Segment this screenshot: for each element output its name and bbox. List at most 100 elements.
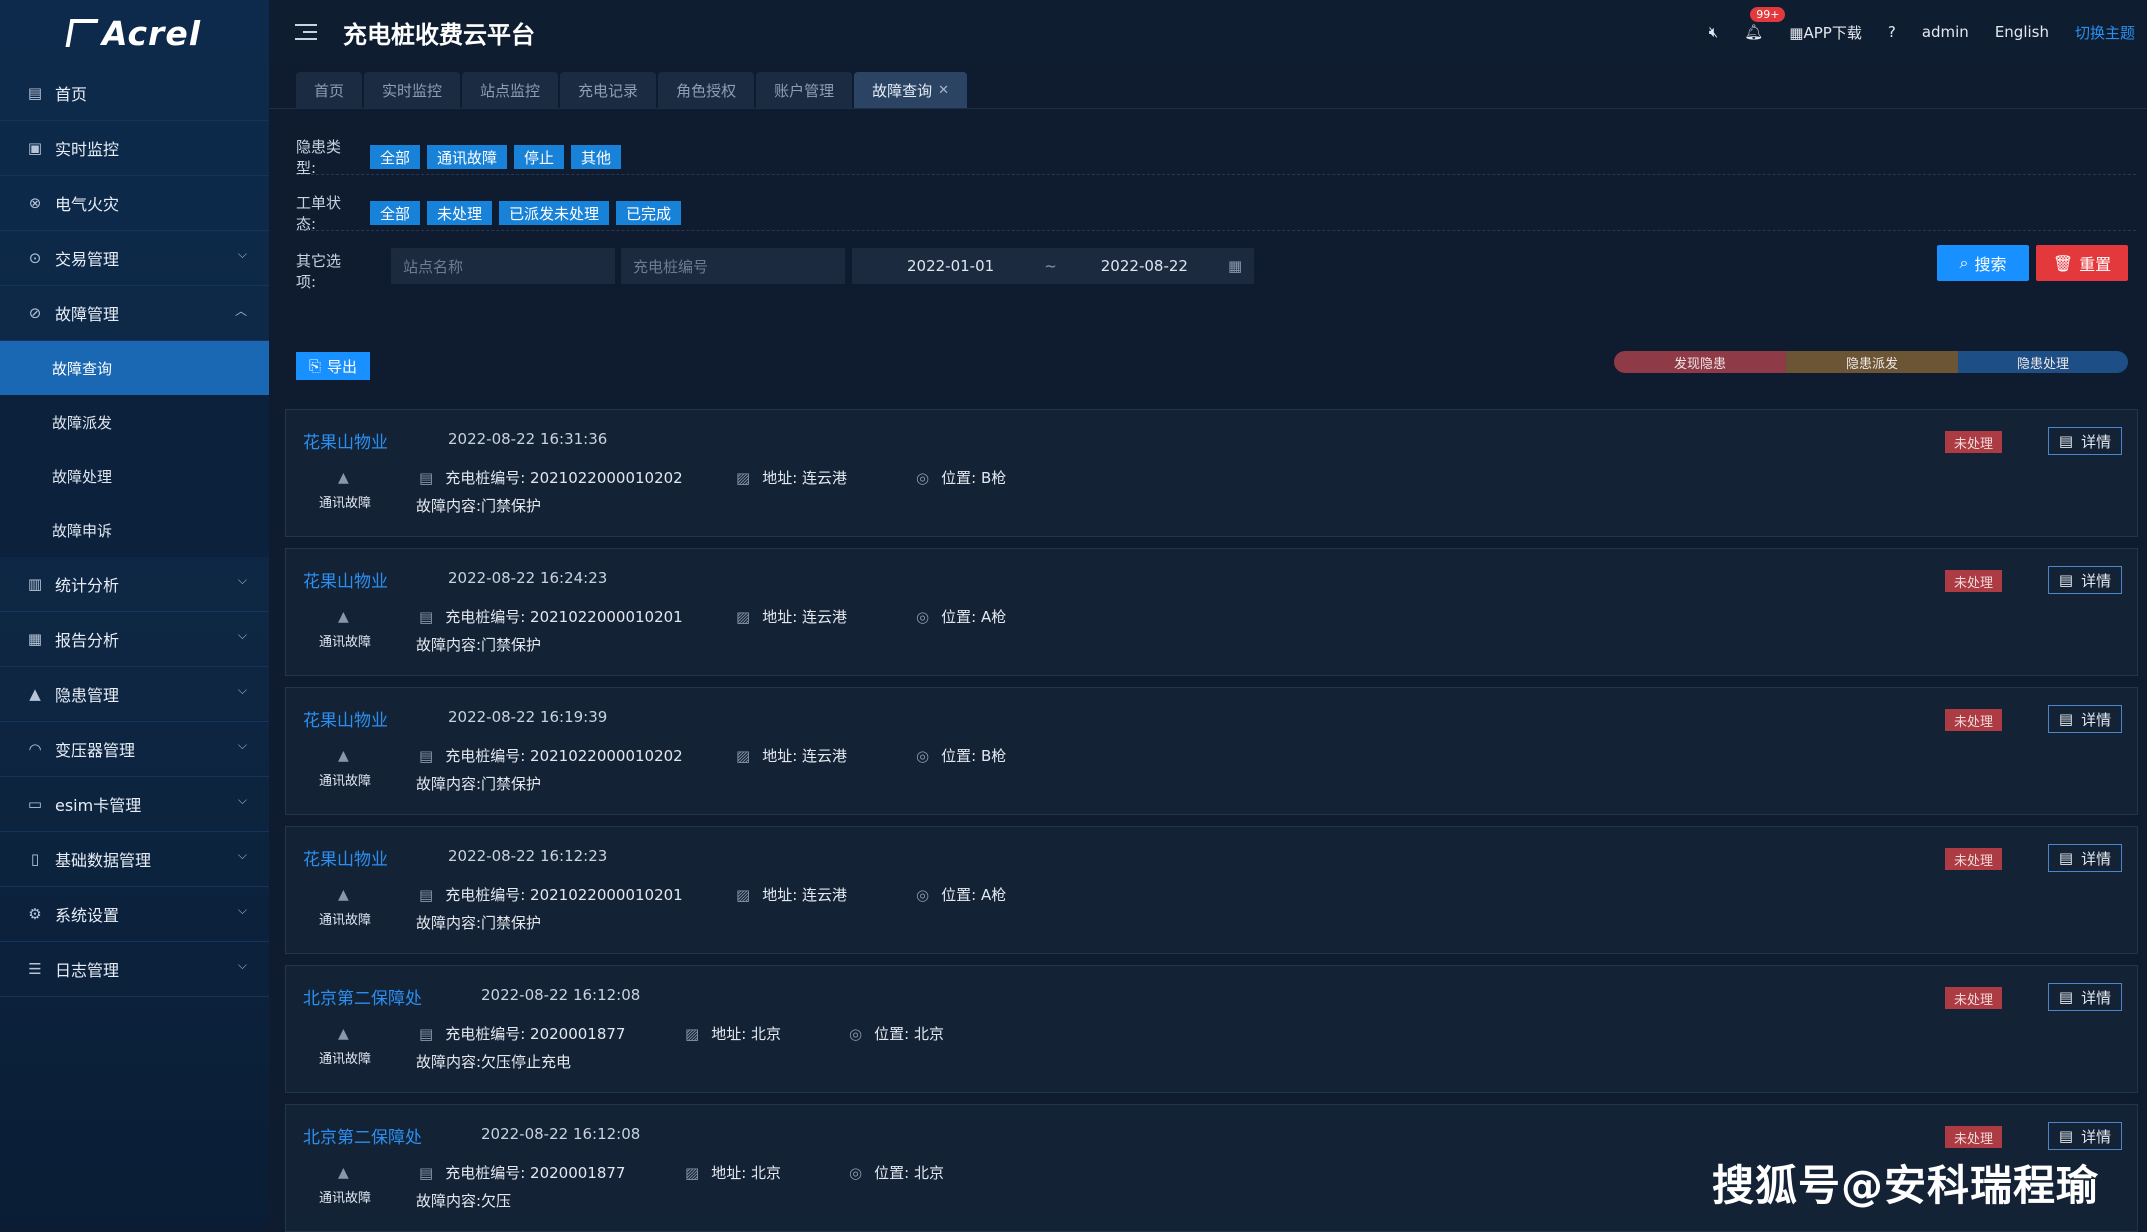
- hazard-type-chip-stop[interactable]: 停止: [514, 145, 565, 169]
- address-label: 地址:: [711, 1164, 747, 1182]
- tab-fault-query[interactable]: 故障查询 ✕: [854, 72, 968, 108]
- alarm-icon: ▲: [338, 609, 349, 625]
- tab-label: 故障查询: [872, 81, 933, 100]
- station-name-link[interactable]: 花果山物业: [303, 428, 388, 453]
- app-download-link[interactable]: ▦APP下载: [1789, 22, 1862, 43]
- sidebar-subitem-fault-appeal[interactable]: 故障申诉: [0, 503, 269, 557]
- detail-button[interactable]: ▤ 详情: [2048, 427, 2122, 455]
- tab-home[interactable]: 首页: [296, 72, 363, 108]
- order-status-chip-all[interactable]: 全部: [370, 201, 421, 225]
- detail-button[interactable]: ▤ 详情: [2048, 983, 2122, 1011]
- sidebar-item-label: esim卡管理: [55, 796, 142, 815]
- mute-icon[interactable]: 🔇︎: [1709, 23, 1718, 41]
- position-field: ◎ 位置: B枪: [916, 467, 1006, 488]
- menu-toggle-icon[interactable]: [295, 24, 317, 40]
- date-end[interactable]: 2022-08-22: [1101, 257, 1188, 275]
- order-status-chip-dispatched[interactable]: 已派发未处理: [499, 201, 610, 225]
- order-status-chip-completed[interactable]: 已完成: [616, 201, 682, 225]
- chevron-down-icon: ⌵: [237, 903, 247, 917]
- detail-button-label: 详情: [2081, 571, 2112, 590]
- help-icon[interactable]: ?: [1888, 23, 1896, 41]
- sidebar-item-settings[interactable]: ⚙ 系统设置 ⌵: [0, 887, 269, 942]
- date-start[interactable]: 2022-01-01: [907, 257, 994, 275]
- sidebar-item-label: 首页: [55, 85, 88, 104]
- position-value: B枪: [980, 747, 1007, 765]
- chevron-down-icon: ⌵: [237, 247, 247, 261]
- report-icon: ▦: [27, 630, 43, 648]
- sidebar-item-base-data[interactable]: ▯ 基础数据管理 ⌵: [0, 832, 269, 887]
- tab-realtime-monitor[interactable]: 实时监控: [364, 72, 461, 108]
- close-icon[interactable]: ✕: [938, 83, 949, 98]
- station-name-link[interactable]: 花果山物业: [303, 567, 388, 592]
- transaction-icon: ⊙: [28, 249, 42, 267]
- chevron-down-icon: ⌵: [237, 848, 247, 862]
- pile-number: 2021022000010202: [530, 746, 683, 765]
- pile-number-input[interactable]: 充电桩编号: [621, 248, 845, 284]
- export-button[interactable]: ⎘ 导出: [296, 352, 370, 380]
- tab-account-management[interactable]: 账户管理: [756, 72, 853, 108]
- chevron-down-icon: ⌵: [237, 958, 247, 972]
- document-icon: ▤: [2058, 432, 2074, 450]
- chevron-up-icon: ︿: [234, 304, 247, 318]
- pile-label: 充电桩编号:: [445, 469, 526, 487]
- order-status-chip-unprocessed[interactable]: 未处理: [427, 201, 493, 225]
- log-icon: ☰: [28, 960, 42, 978]
- date-separator: ~: [1044, 257, 1057, 275]
- calendar-icon[interactable]: ▦: [1228, 257, 1242, 275]
- station-name-input[interactable]: 站点名称: [391, 248, 615, 284]
- sidebar-item-home[interactable]: ▤ 首页: [0, 66, 269, 121]
- address-field: ▨ 地址: 连云港: [736, 745, 847, 766]
- sidebar-subitem-fault-query[interactable]: 故障查询: [0, 341, 269, 395]
- detail-button[interactable]: ▤ 详情: [2048, 1122, 2122, 1150]
- hazard-type-chip-all[interactable]: 全部: [370, 145, 421, 169]
- sidebar-item-statistics[interactable]: ▥ 统计分析 ⌵: [0, 557, 269, 612]
- station-name-link[interactable]: 北京第二保障处: [303, 984, 422, 1009]
- sidebar-item-electrical-fire[interactable]: ⊗ 电气火灾: [0, 176, 269, 231]
- sidebar-item-label: 实时监控: [55, 140, 120, 159]
- language-switch[interactable]: English: [1995, 23, 2049, 41]
- sidebar-item-esim[interactable]: ▭ esim卡管理 ⌵: [0, 777, 269, 832]
- hazard-type-chip-communication[interactable]: 通讯故障: [427, 145, 508, 169]
- station-name-link[interactable]: 花果山物业: [303, 706, 388, 731]
- detail-button[interactable]: ▤ 详情: [2048, 844, 2122, 872]
- sidebar-item-fault-management[interactable]: ⊘ 故障管理 ︿: [0, 286, 269, 341]
- notification-button[interactable]: 🔔︎ 99+: [1744, 7, 1786, 41]
- pile-icon: ▤: [419, 746, 434, 765]
- sidebar-item-transactions[interactable]: ⊙ 交易管理 ⌵: [0, 231, 269, 286]
- watermark: 搜狐号@安科瑞程瑜: [1712, 1161, 2100, 1210]
- location-icon: ◎: [849, 1024, 863, 1043]
- sidebar-item-label: 统计分析: [55, 576, 120, 595]
- tab-station-monitor[interactable]: 站点监控: [462, 72, 559, 108]
- status-badge: 未处理: [1945, 570, 2002, 592]
- user-name[interactable]: admin: [1922, 23, 1969, 41]
- position-label: 位置:: [941, 469, 977, 487]
- detail-button[interactable]: ▤ 详情: [2048, 705, 2122, 733]
- sidebar-subitem-fault-handling[interactable]: 故障处理: [0, 449, 269, 503]
- theme-switch-link[interactable]: 切换主题: [2075, 22, 2135, 43]
- search-button[interactable]: ⌕ 搜索: [1937, 245, 2029, 281]
- position-value: 北京: [913, 1164, 944, 1182]
- reset-button[interactable]: 🗑︎ 重置: [2036, 245, 2128, 281]
- detail-button-label: 详情: [2081, 432, 2112, 451]
- location-icon: ◎: [849, 1163, 863, 1182]
- fault-type: 通讯故障: [319, 1052, 372, 1067]
- image-icon: ▨: [736, 885, 751, 904]
- sidebar-item-realtime-monitor[interactable]: ▣ 实时监控: [0, 121, 269, 176]
- sidebar-item-transformers[interactable]: ◠ 变压器管理 ⌵: [0, 722, 269, 777]
- sidebar-item-logs[interactable]: ☰ 日志管理 ⌵: [0, 942, 269, 997]
- sidebar-subitem-fault-dispatch[interactable]: 故障派发: [0, 395, 269, 449]
- date-range-picker[interactable]: 2022-01-01 ~ 2022-08-22 ▦: [852, 248, 1254, 284]
- detail-button[interactable]: ▤ 详情: [2048, 566, 2122, 594]
- document-icon: ▤: [2058, 710, 2074, 728]
- hazard-type-chip-other[interactable]: 其他: [571, 145, 622, 169]
- fault-record-card: 花果山物业 2022-08-22 16:24:23 ▲ 通讯故障 ▤ 充电桩编号:…: [285, 548, 2138, 676]
- tab-role-auth[interactable]: 角色授权: [658, 72, 755, 108]
- sidebar-item-reports[interactable]: ▦ 报告分析 ⌵: [0, 612, 269, 667]
- other-options-label: 其它选项:: [296, 252, 342, 291]
- sidebar-item-hazards[interactable]: ▲ 隐患管理 ⌵: [0, 667, 269, 722]
- station-name-link[interactable]: 花果山物业: [303, 845, 388, 870]
- position-field: ◎ 位置: A枪: [916, 606, 1006, 627]
- station-name-link[interactable]: 北京第二保障处: [303, 1123, 422, 1148]
- tab-charge-records[interactable]: 充电记录: [560, 72, 657, 108]
- address-value: 连云港: [802, 469, 848, 487]
